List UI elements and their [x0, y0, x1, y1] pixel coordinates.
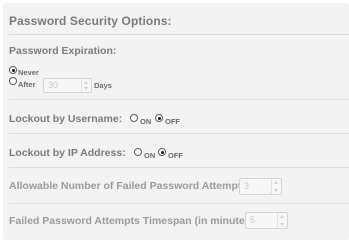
lockout-username-off-label: OFF [165, 117, 180, 126]
stepper-down-icon[interactable] [84, 87, 88, 90]
failed-attempts-arrows[interactable] [271, 179, 281, 194]
expiration-days-arrows[interactable] [81, 79, 91, 92]
expiration-never-label: Never [18, 68, 39, 77]
lockout-ip-off-radio[interactable] [158, 148, 166, 156]
divider [9, 133, 349, 134]
password-security-panel: Password Security Options: Password Expi… [3, 3, 349, 240]
stepper-up-icon[interactable] [280, 215, 284, 218]
stepper-down-icon[interactable] [274, 189, 278, 192]
expiration-after-radio[interactable] [9, 77, 17, 85]
stepper-up-icon[interactable] [84, 81, 88, 84]
lockout-username-on-label: ON [140, 117, 152, 126]
divider [9, 167, 349, 168]
failed-timespan-arrows[interactable] [277, 213, 287, 228]
failed-timespan-label: Failed Password Attempts Timespan (in mi… [9, 215, 258, 227]
stepper-up-icon[interactable] [274, 181, 278, 184]
failed-attempts-label: Allowable Number of Failed Password Atte… [9, 180, 251, 192]
failed-timespan-stepper[interactable]: 5 [245, 212, 288, 229]
expiration-days-stepper[interactable]: 30 [43, 78, 92, 93]
lockout-ip-label: Lockout by IP Address: [9, 147, 126, 159]
lockout-ip-on-radio[interactable] [134, 148, 142, 156]
failed-timespan-value: 5 [250, 215, 256, 225]
expiration-days-value: 30 [48, 80, 59, 90]
divider [9, 99, 349, 100]
stepper-down-icon[interactable] [280, 223, 284, 226]
divider [9, 203, 349, 204]
password-expiration-label: Password Expiration: [9, 45, 117, 57]
failed-attempts-stepper[interactable]: 3 [239, 178, 282, 195]
title-divider [9, 34, 349, 35]
lockout-ip-off-label: OFF [168, 151, 183, 160]
lockout-username-on-radio[interactable] [130, 114, 138, 122]
expiration-never-radio[interactable] [9, 66, 17, 74]
expiration-after-label: After [18, 80, 36, 89]
section-title: Password Security Options: [9, 14, 172, 28]
failed-attempts-value: 3 [244, 181, 250, 191]
expiration-days-suffix: Days [94, 81, 112, 90]
lockout-username-label: Lockout by Username: [9, 113, 123, 125]
lockout-ip-on-label: ON [144, 151, 156, 160]
lockout-username-off-radio[interactable] [155, 114, 163, 122]
